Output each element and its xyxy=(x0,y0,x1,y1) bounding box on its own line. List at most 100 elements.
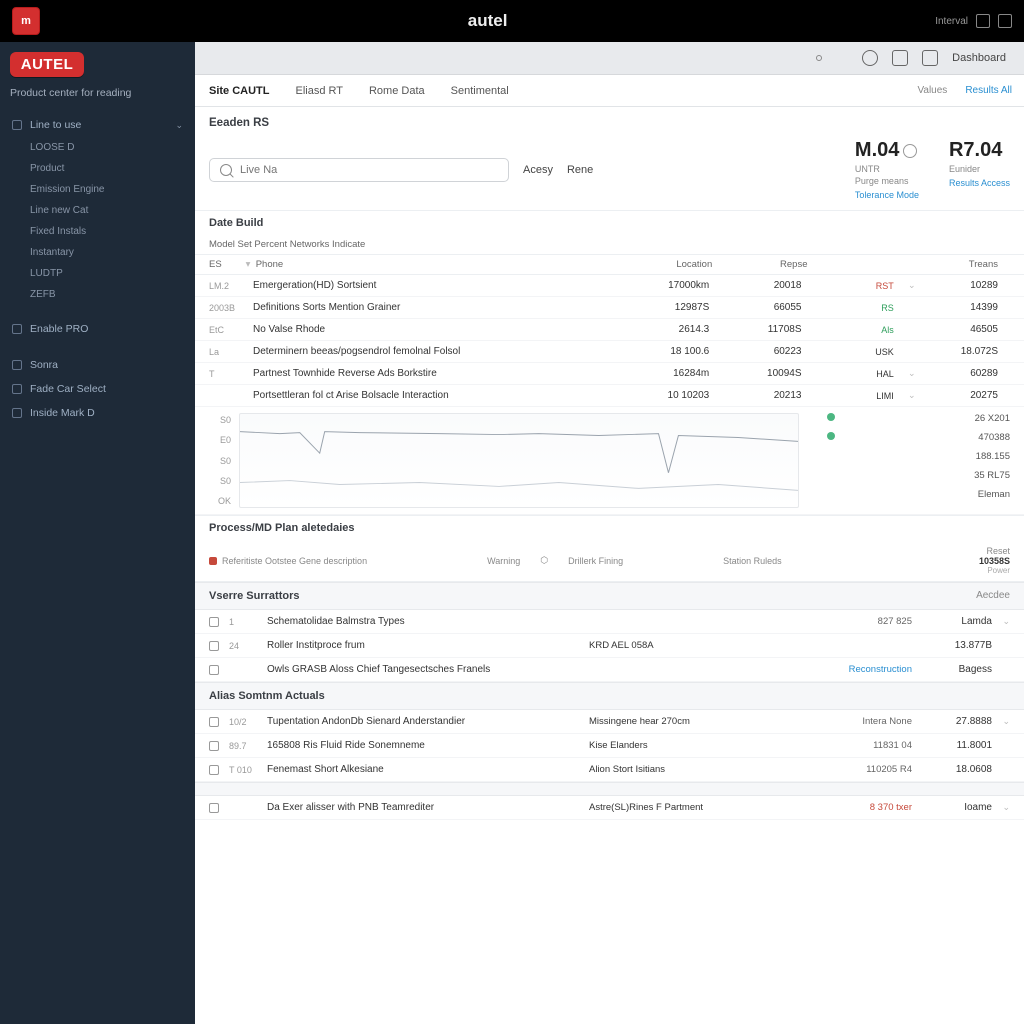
row-c3: 10094S xyxy=(721,368,813,379)
row-name: Tupentation AndonDb Sienard Anderstandie… xyxy=(267,716,465,727)
search-input[interactable] xyxy=(240,164,498,176)
legend-right-value: 10358S xyxy=(979,556,1010,566)
y-label: S0 xyxy=(209,456,231,466)
nav-sub-item[interactable]: Line new Cat xyxy=(30,200,195,221)
row-c3: 60223 xyxy=(721,346,813,357)
dashboard-link[interactable]: Dashboard xyxy=(952,52,1006,64)
nav-sub-item[interactable]: LOOSE D xyxy=(30,137,195,158)
y-label: S0 xyxy=(209,415,231,425)
metric-link[interactable]: Results Access xyxy=(949,178,1010,188)
filter-link[interactable]: Rene xyxy=(567,164,593,176)
y-label: OK xyxy=(209,496,231,506)
col-repse[interactable]: Repse xyxy=(724,259,819,270)
list-item[interactable]: Da Exer alisser with PNB TeamrediterAstr… xyxy=(195,796,1024,820)
square-icon xyxy=(12,360,22,370)
row-c2: Missingene hear 270cm xyxy=(589,716,802,727)
table-row[interactable]: TPartnest Townhide Reverse Ads Borkstire… xyxy=(195,363,1024,385)
search-row: Acesy Rene M.04UNTRPurge meansTolerance … xyxy=(195,135,1024,210)
nav-sub-item[interactable]: Product xyxy=(30,158,195,179)
table-row[interactable]: Portsettleran fol ct Arise Bolsacle Inte… xyxy=(195,385,1024,407)
chevron-icon[interactable]: ⌄ xyxy=(992,716,1010,727)
row-c2: 2614.3 xyxy=(629,324,721,335)
nav-sub-item[interactable]: Instantary xyxy=(30,242,195,263)
row-status: LIMI xyxy=(814,391,906,401)
row-status: HAL xyxy=(814,369,906,379)
content-panel: Site CAUTLEliasd RTRome DataSentimental … xyxy=(195,74,1024,1024)
chevron-down-icon[interactable]: ⌄ xyxy=(906,390,918,401)
nav-group-enable[interactable]: Enable PRO xyxy=(0,317,195,341)
row-c5: 10289 xyxy=(918,280,1010,291)
table-row[interactable]: 2003BDefinitions Sorts Mention Grainer12… xyxy=(195,297,1024,319)
search-input-wrap[interactable] xyxy=(209,158,509,182)
table-row[interactable]: LM.2Emergeration(HD) Sortsient17000km200… xyxy=(195,275,1024,297)
list-item[interactable]: 1Schematolidae Balmstra Types827 825Lamd… xyxy=(195,610,1024,634)
chart-side-item: Eleman xyxy=(827,489,1010,500)
nav-item[interactable]: Inside Mark D xyxy=(0,401,195,425)
window-control-icon[interactable] xyxy=(998,14,1012,28)
nav-label: Sonra xyxy=(30,359,58,371)
tab[interactable]: Rome Data xyxy=(367,77,427,105)
table-row[interactable]: EtCNo Valse Rhode2614.311708SAls46505 xyxy=(195,319,1024,341)
brand-badge: AUTEL xyxy=(10,52,84,77)
item-icon xyxy=(209,803,219,813)
col-location[interactable]: Location xyxy=(629,259,724,270)
tab-bar: Site CAUTLEliasd RTRome DataSentimental … xyxy=(195,75,1024,107)
metric-sub: Eunider xyxy=(949,164,1010,174)
legend-right-label: Reset xyxy=(986,546,1010,556)
row-status: USK xyxy=(814,347,906,357)
nav-item[interactable]: Fade Car Select xyxy=(0,377,195,401)
nav-group-sonra[interactable]: Sonra xyxy=(0,353,195,377)
table-header: ES ▾ Phone Location Repse Treans xyxy=(195,255,1024,275)
app-title: autel xyxy=(40,11,935,31)
legend-item: Drillerk Fining xyxy=(568,556,623,566)
chevron-icon[interactable]: ⌄ xyxy=(992,802,1010,813)
chart-row: S0E0S0S0OK 26 X201470388188.15535 RL75El… xyxy=(195,407,1024,515)
chevron-down-icon[interactable]: ⌄ xyxy=(906,280,918,291)
square-icon xyxy=(12,408,22,418)
chevron-down-icon[interactable]: ⌄ xyxy=(906,368,918,379)
row-c2: Astre(SL)Rines F Partment xyxy=(589,802,802,813)
square-icon xyxy=(12,384,22,394)
row-c3: 20018 xyxy=(721,280,813,291)
window-control-icon[interactable] xyxy=(976,14,990,28)
table-row[interactable]: LaDeterminern beeas/pogsendrol femolnal … xyxy=(195,341,1024,363)
tab[interactable]: Eliasd RT xyxy=(294,77,345,105)
metric-link[interactable]: Tolerance Mode xyxy=(855,190,919,200)
tab-link[interactable]: Results All xyxy=(965,85,1012,96)
row-name: Determinern beeas/pogsendrol femolnal Fo… xyxy=(253,346,460,357)
item-icon xyxy=(209,717,219,727)
section3-header: Alias Somtnm Actuals xyxy=(195,682,1024,710)
calendar-icon[interactable] xyxy=(892,50,908,66)
row-c5: 46505 xyxy=(918,324,1010,335)
doc-icon[interactable] xyxy=(922,50,938,66)
nav-group-line[interactable]: Line to use ⌄ xyxy=(0,113,195,137)
tab[interactable]: Sentimental xyxy=(449,77,511,105)
row-c3: 8 370 txer xyxy=(802,802,912,813)
nav-sub-item[interactable]: Fixed Instals xyxy=(30,221,195,242)
list-item[interactable]: 89.7165808 Ris Fluid Ride SonemnemeKise … xyxy=(195,734,1024,758)
row-c5: 18.072S xyxy=(918,346,1010,357)
status-dot-icon xyxy=(816,55,822,61)
list-item[interactable]: Owls GRASB Aloss Chief Tangesectsches Fr… xyxy=(195,658,1024,682)
col-treans[interactable]: Treans xyxy=(915,259,1010,270)
list-item[interactable]: 24Roller Institproce frumKRD AEL 058A13.… xyxy=(195,634,1024,658)
nav-sub-item[interactable]: ZEFB xyxy=(30,284,195,305)
row-id: T xyxy=(209,369,243,379)
nav-sub-item[interactable]: LUDTP xyxy=(30,263,195,284)
row-id: 1 xyxy=(229,617,257,627)
side-value: 470388 xyxy=(978,432,1010,443)
nav-sub-item[interactable]: Emission Engine xyxy=(30,179,195,200)
list-item[interactable]: T 010Fenemast Short AlkesianeAlion Stort… xyxy=(195,758,1024,782)
chevron-icon[interactable]: ⌄ xyxy=(992,616,1010,627)
row-c4: Bagess xyxy=(912,664,992,675)
tab[interactable]: Site CAUTL xyxy=(207,77,272,105)
filter-link[interactable]: Acesy xyxy=(523,164,553,176)
tab-link[interactable]: Values xyxy=(917,85,947,96)
col-status[interactable] xyxy=(820,259,915,270)
search-icon[interactable] xyxy=(862,50,878,66)
list-item[interactable]: 10/2Tupentation AndonDb Sienard Andersta… xyxy=(195,710,1024,734)
section2-title: Vserre Surrattors xyxy=(209,590,300,602)
legend-right-sub: Power xyxy=(987,566,1010,575)
row-name: Definitions Sorts Mention Grainer xyxy=(253,302,400,313)
dot-icon xyxy=(827,432,835,440)
